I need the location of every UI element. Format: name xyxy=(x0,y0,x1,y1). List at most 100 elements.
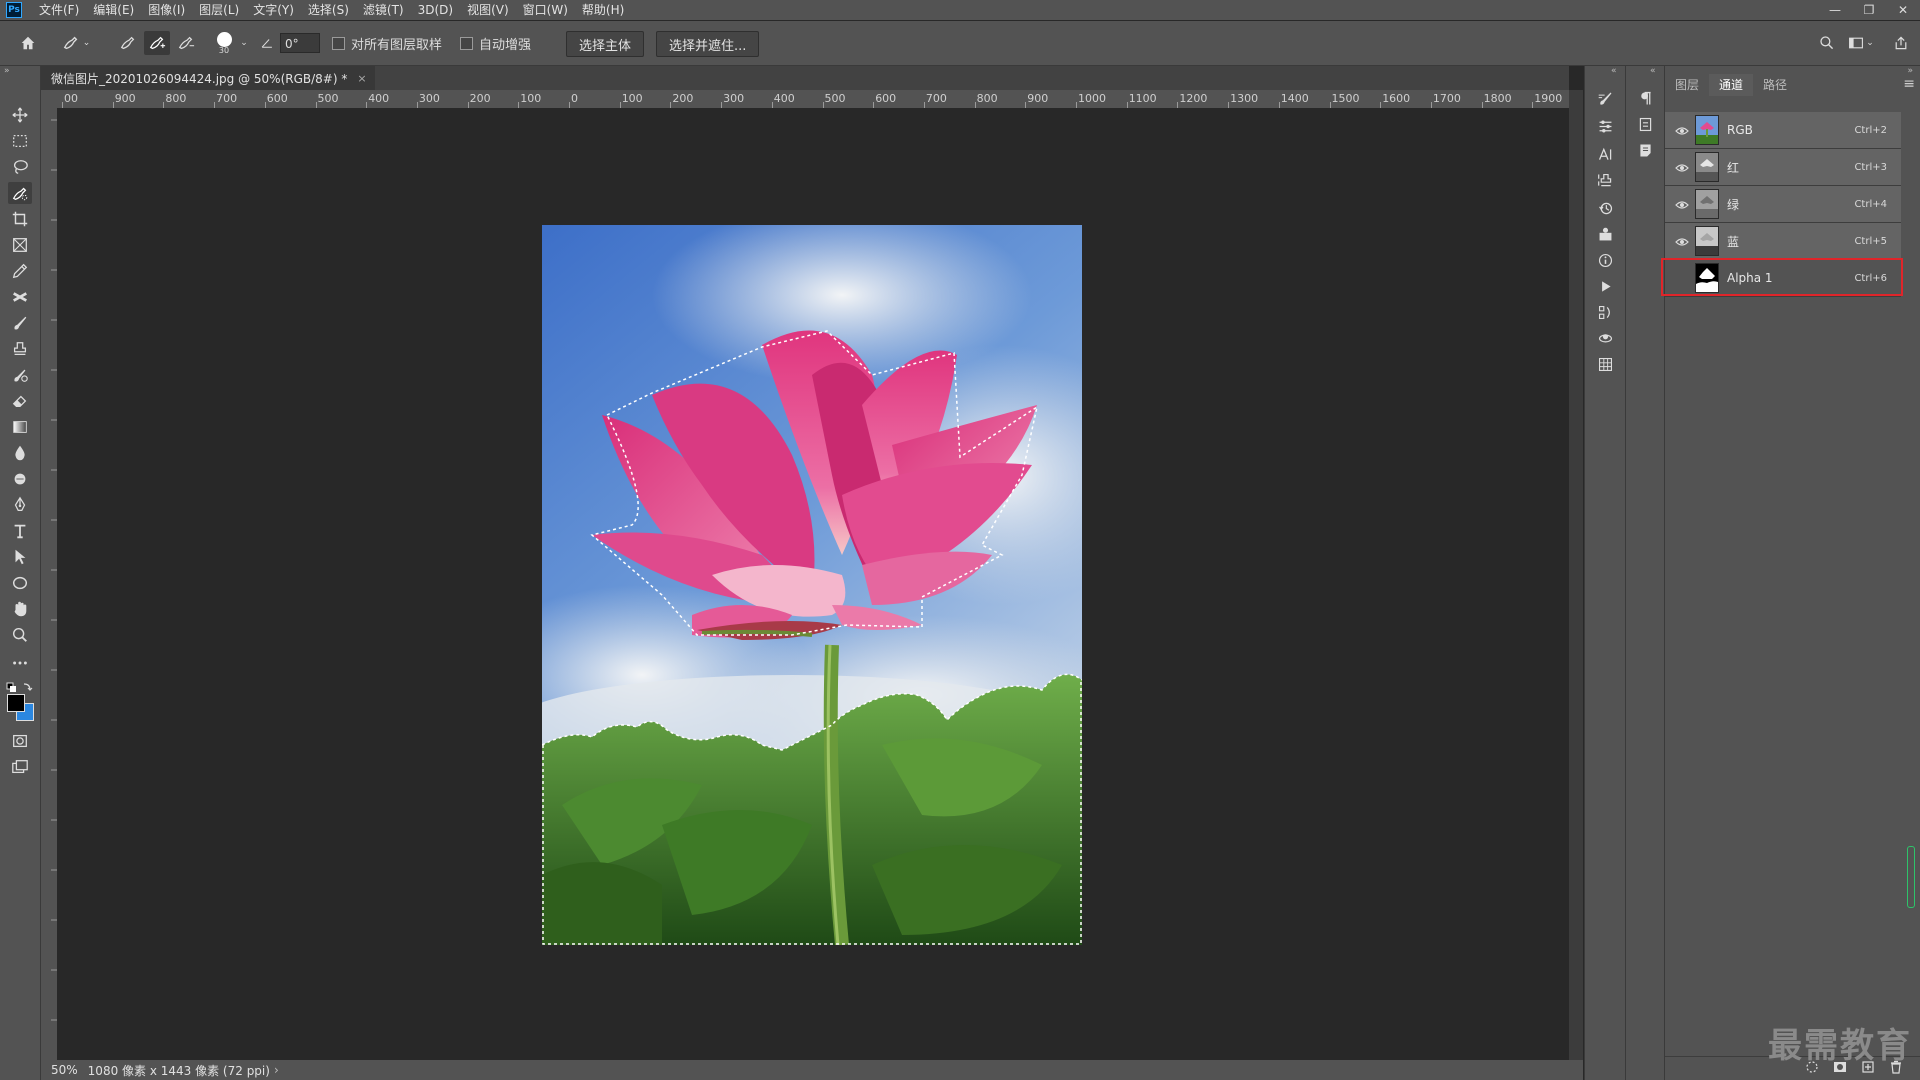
panel-menu-icon[interactable]: ≡ xyxy=(1903,76,1915,92)
collapse-dock-secondary-icon[interactable]: « xyxy=(1650,66,1656,76)
chevron-down-icon[interactable]: ⌄ xyxy=(238,31,250,55)
eye-icon[interactable] xyxy=(1675,123,1689,137)
add-to-selection-icon[interactable] xyxy=(144,31,170,55)
foreground-color-swatch[interactable] xyxy=(7,694,25,712)
status-chevron-right-icon[interactable]: › xyxy=(274,1063,279,1077)
tool-preset-picker[interactable]: ⌄ xyxy=(58,31,94,55)
type-tool-icon[interactable] xyxy=(8,520,32,542)
3d-icon[interactable] xyxy=(1595,328,1615,348)
ruler-tick-label: 700 xyxy=(925,92,947,105)
menu-help[interactable]: 帮助(H) xyxy=(575,0,631,20)
history-icon[interactable] xyxy=(1595,198,1615,218)
adjustments-icon[interactable] xyxy=(1595,116,1615,136)
eye-icon[interactable] xyxy=(1675,197,1689,211)
eraser-tool-icon[interactable] xyxy=(8,390,32,412)
more-tools-icon[interactable] xyxy=(8,652,32,674)
eyedropper-tool-icon[interactable] xyxy=(8,260,32,282)
collapse-toolbar-icon[interactable]: » xyxy=(4,66,10,76)
menu-select[interactable]: 选择(S) xyxy=(301,0,356,20)
lasso-tool-icon[interactable] xyxy=(8,156,32,178)
vertical-ruler[interactable] xyxy=(41,108,57,1060)
zoom-tool-icon[interactable] xyxy=(8,624,32,646)
healing-brush-tool-icon[interactable] xyxy=(8,286,32,308)
angle-input[interactable]: 0° xyxy=(280,33,320,53)
marquee-tool-icon[interactable] xyxy=(8,130,32,152)
channel-row-red[interactable]: 红 Ctrl+3 xyxy=(1665,149,1901,186)
quick-mask-icon[interactable] xyxy=(8,730,32,752)
pen-tool-icon[interactable] xyxy=(8,494,32,516)
document-tab[interactable]: 微信图片_20201026094424.jpg @ 50%(RGB/8#) * … xyxy=(41,66,375,90)
eye-slot-hidden[interactable] xyxy=(1675,271,1689,285)
notes-icon[interactable] xyxy=(1635,140,1655,160)
crop-tool-icon[interactable] xyxy=(8,208,32,230)
scroll-indicator[interactable] xyxy=(1907,846,1915,908)
menu-type[interactable]: 文字(Y) xyxy=(246,0,301,20)
brush-settings-icon[interactable] xyxy=(1595,88,1615,108)
clone-source-icon[interactable] xyxy=(1595,170,1615,190)
eye-icon[interactable] xyxy=(1675,160,1689,174)
color-swatches[interactable] xyxy=(7,694,34,721)
share-icon[interactable] xyxy=(1890,31,1912,55)
hand-tool-icon[interactable] xyxy=(8,598,32,620)
table-grid-icon[interactable] xyxy=(1595,354,1615,374)
home-icon[interactable] xyxy=(14,31,42,55)
channel-row-alpha-1[interactable]: Alpha 1 Ctrl+6 xyxy=(1661,258,1903,297)
actions-play-icon[interactable] xyxy=(1595,276,1615,296)
new-selection-icon[interactable] xyxy=(116,31,140,55)
auto-enhance-checkbox[interactable]: 自动增强 xyxy=(460,31,531,55)
menu-file[interactable]: 文件(F) xyxy=(32,0,86,20)
glyphs-icon[interactable] xyxy=(1635,114,1655,134)
restore-icon[interactable]: ❐ xyxy=(1852,0,1886,20)
menu-window[interactable]: 窗口(W) xyxy=(516,0,575,20)
ruler-origin[interactable] xyxy=(41,90,57,108)
lotus-photo[interactable] xyxy=(542,225,1082,945)
tab-layers[interactable]: 图层 xyxy=(1665,74,1709,96)
menu-filter[interactable]: 滤镜(T) xyxy=(356,0,411,20)
swap-colors-icon[interactable] xyxy=(6,678,34,692)
brush-tool-icon[interactable] xyxy=(8,312,32,334)
channel-row-rgb[interactable]: RGB Ctrl+2 xyxy=(1665,112,1901,149)
horizontal-ruler[interactable]: 00 900 800 700 600 500 400 300 200 100 0 100 200 300 4… xyxy=(57,90,1569,109)
panel-tabs: 图层 通道 路径 xyxy=(1665,74,1920,96)
subtract-from-selection-icon[interactable] xyxy=(174,31,198,55)
frame-tool-icon[interactable] xyxy=(8,234,32,256)
move-tool-icon[interactable] xyxy=(8,104,32,126)
character-icon[interactable] xyxy=(1595,144,1615,164)
select-and-mask-button[interactable]: 选择并遮住... xyxy=(656,31,760,57)
brush-size-picker[interactable]: 30 xyxy=(212,31,236,55)
workspace-icon[interactable]: ⌄ xyxy=(1846,31,1876,55)
ellipse-tool-icon[interactable] xyxy=(8,572,32,594)
search-icon[interactable] xyxy=(1816,31,1838,55)
zoom-level[interactable]: 50% xyxy=(51,1063,78,1077)
path-selection-tool-icon[interactable] xyxy=(8,546,32,568)
history-brush-tool-icon[interactable] xyxy=(8,364,32,386)
canvas-area[interactable] xyxy=(57,108,1569,1060)
tab-channels[interactable]: 通道 xyxy=(1709,74,1754,96)
clone-stamp-tool-icon[interactable] xyxy=(8,338,32,360)
properties-icon[interactable] xyxy=(1595,224,1615,244)
eye-icon[interactable] xyxy=(1675,234,1689,248)
blur-tool-icon[interactable] xyxy=(8,442,32,464)
minimize-icon[interactable]: — xyxy=(1818,0,1852,20)
channel-row-green[interactable]: 绿 Ctrl+4 xyxy=(1665,186,1901,223)
gradient-tool-icon[interactable] xyxy=(8,416,32,438)
close-window-icon[interactable]: ✕ xyxy=(1886,0,1920,20)
screen-mode-icon[interactable] xyxy=(8,756,32,778)
dodge-tool-icon[interactable] xyxy=(8,468,32,490)
menu-image[interactable]: 图像(I) xyxy=(141,0,192,20)
select-subject-button[interactable]: 选择主体 xyxy=(566,31,645,57)
tab-paths[interactable]: 路径 xyxy=(1753,74,1797,96)
menu-layer[interactable]: 图层(L) xyxy=(192,0,246,20)
close-document-icon[interactable]: × xyxy=(357,72,366,85)
paths-icon[interactable] xyxy=(1595,302,1615,322)
quick-selection-tool-icon[interactable] xyxy=(8,182,32,204)
menu-3d[interactable]: 3D(D) xyxy=(411,0,460,20)
paragraph-icon[interactable] xyxy=(1635,88,1655,108)
sample-all-layers-checkbox[interactable]: 对所有图层取样 xyxy=(332,31,442,55)
collapse-dock-icon[interactable]: « xyxy=(1611,66,1617,76)
menu-edit[interactable]: 编辑(E) xyxy=(86,0,141,20)
channel-row-blue[interactable]: 蓝 Ctrl+5 xyxy=(1665,223,1901,260)
vertical-scrollbar[interactable] xyxy=(1569,90,1583,1060)
info-icon[interactable] xyxy=(1595,250,1615,270)
menu-view[interactable]: 视图(V) xyxy=(460,0,516,20)
